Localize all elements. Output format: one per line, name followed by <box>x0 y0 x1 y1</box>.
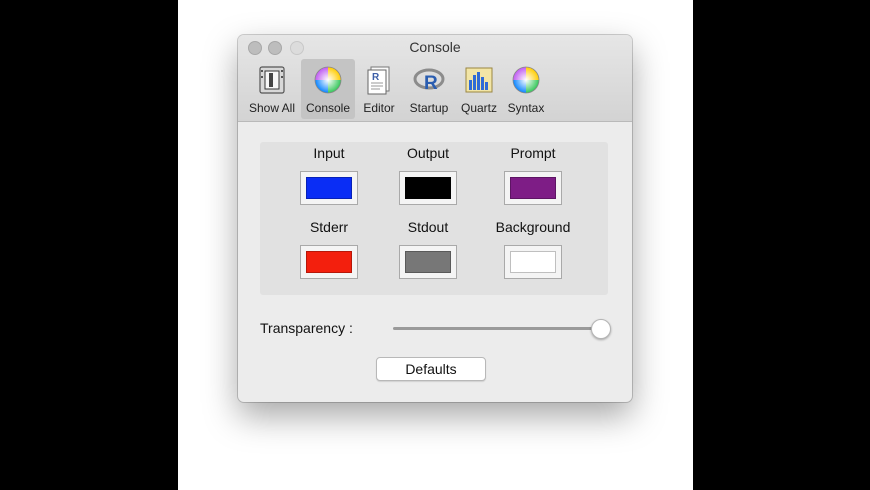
stdout-color-setting: Stdout <box>373 219 483 279</box>
window-titlebar: Console Show All Console R Editor R Star… <box>238 35 632 122</box>
stdout-color-swatch <box>405 251 451 273</box>
toolbar-quartz[interactable]: Quartz <box>457 59 501 119</box>
stdout-color-label: Stdout <box>407 219 449 235</box>
background-color-well[interactable] <box>504 245 562 279</box>
toolbar-syntax[interactable]: Syntax <box>504 59 548 119</box>
input-color-swatch <box>306 177 352 199</box>
transparency-slider-track[interactable] <box>393 327 601 330</box>
stderr-color-swatch <box>306 251 352 273</box>
prompt-color-well[interactable] <box>504 171 562 205</box>
toolbar-label: Startup <box>409 101 449 115</box>
prompt-color-label: Prompt <box>510 145 556 161</box>
svg-text:R: R <box>424 73 438 94</box>
toolbar-show-all[interactable]: Show All <box>246 59 298 119</box>
toolbar-console[interactable]: Console <box>301 59 355 119</box>
input-color-well[interactable] <box>300 171 358 205</box>
color-settings-box: Input Output Prompt Stderr Stdout Backgr… <box>260 142 608 295</box>
window-title: Console <box>409 39 461 55</box>
stderr-color-well[interactable] <box>300 245 358 279</box>
output-color-swatch <box>405 177 451 199</box>
output-color-setting: Output <box>373 145 483 205</box>
toolbar-label: Show All <box>248 101 296 115</box>
grid-icon <box>259 66 285 94</box>
output-color-label: Output <box>406 145 450 161</box>
defaults-button[interactable]: Defaults <box>376 357 486 381</box>
color-wheel-icon <box>314 66 342 94</box>
input-color-label: Input <box>313 145 345 161</box>
stderr-color-setting: Stderr <box>274 219 384 279</box>
svg-text:R: R <box>372 72 380 83</box>
toolbar-label: Console <box>305 101 351 115</box>
preferences-window: Console Show All Console R Editor R Star… <box>238 35 632 402</box>
toolbar-editor[interactable]: R Editor <box>358 59 400 119</box>
stdout-color-well[interactable] <box>399 245 457 279</box>
document-icon: R <box>367 66 390 95</box>
console-preferences-pane: Input Output Prompt Stderr Stdout Backgr… <box>238 122 632 402</box>
prompt-color-setting: Prompt <box>478 145 588 205</box>
toolbar-label: Quartz <box>460 101 497 115</box>
background-color-label: Background <box>495 219 571 235</box>
background-color-setting: Background <box>478 219 588 279</box>
prompt-color-swatch <box>510 177 556 199</box>
toolbar-label: Editor <box>363 101 395 115</box>
r-logo-icon: R <box>413 68 445 94</box>
stderr-color-label: Stderr <box>309 219 349 235</box>
toolbar-label: Syntax <box>507 101 545 115</box>
color-wheel-icon <box>512 66 540 94</box>
output-color-well[interactable] <box>399 171 457 205</box>
input-color-setting: Input <box>274 145 384 205</box>
toolbar-startup[interactable]: R Startup <box>404 59 454 119</box>
transparency-label: Transparency : <box>260 320 353 336</box>
transparency-slider-knob[interactable] <box>591 319 611 339</box>
quartz-graph-icon <box>465 67 493 93</box>
background-color-swatch <box>510 251 556 273</box>
